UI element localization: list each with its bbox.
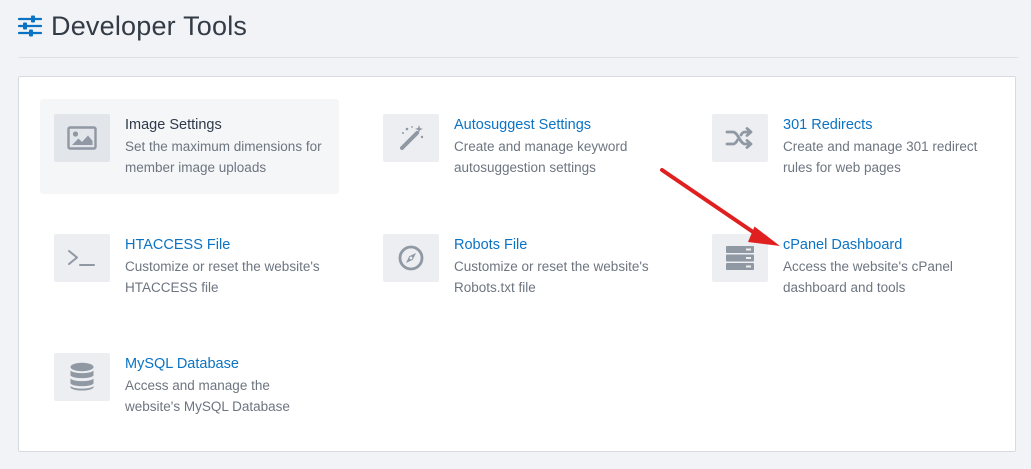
server-icon	[712, 234, 768, 282]
database-icon	[54, 353, 110, 401]
tool-description: Access the website's cPanel dashboard an…	[783, 259, 953, 295]
tool-title[interactable]: Robots File	[454, 236, 654, 255]
tools-panel: Image Settings Set the maximum dimension…	[18, 76, 1016, 452]
tool-card-image-settings[interactable]: Image Settings Set the maximum dimension…	[40, 99, 339, 194]
tool-card-301-redirects[interactable]: 301 Redirects Create and manage 301 redi…	[698, 99, 997, 194]
page-title: Developer Tools	[51, 10, 248, 41]
terminal-icon	[54, 234, 110, 282]
tool-title[interactable]: cPanel Dashboard	[783, 236, 983, 255]
compass-icon	[383, 234, 439, 282]
shuffle-icon	[712, 114, 768, 162]
tool-card-cpanel-dashboard[interactable]: cPanel Dashboard Access the website's cP…	[698, 219, 997, 314]
sliders-icon	[18, 15, 42, 37]
tool-title[interactable]: HTACCESS File	[125, 236, 325, 255]
page-header: Developer Tools	[18, 8, 247, 44]
tool-description: Access and manage the website's MySQL Da…	[125, 378, 290, 414]
tool-title[interactable]: 301 Redirects	[783, 116, 983, 135]
image-icon	[54, 114, 110, 162]
tool-card-mysql-database[interactable]: MySQL Database Access and manage the web…	[40, 338, 339, 433]
tool-title[interactable]: Image Settings	[125, 116, 325, 135]
header-divider	[18, 57, 1018, 58]
tool-card-autosuggest-settings[interactable]: Autosuggest Settings Create and manage k…	[369, 99, 668, 194]
tool-description: Customize or reset the website's HTACCES…	[125, 259, 320, 295]
tool-title[interactable]: Autosuggest Settings	[454, 116, 654, 135]
tool-description: Create and manage keyword autosuggestion…	[454, 139, 628, 175]
tool-description: Create and manage 301 redirect rules for…	[783, 139, 978, 175]
tool-title[interactable]: MySQL Database	[125, 355, 325, 374]
tool-card-robots-file[interactable]: Robots File Customize or reset the websi…	[369, 219, 668, 314]
tool-card-htaccess-file[interactable]: HTACCESS File Customize or reset the web…	[40, 219, 339, 314]
tool-description: Set the maximum dimensions for member im…	[125, 139, 322, 175]
tool-description: Customize or reset the website's Robots.…	[454, 259, 649, 295]
magic-wand-icon	[383, 114, 439, 162]
